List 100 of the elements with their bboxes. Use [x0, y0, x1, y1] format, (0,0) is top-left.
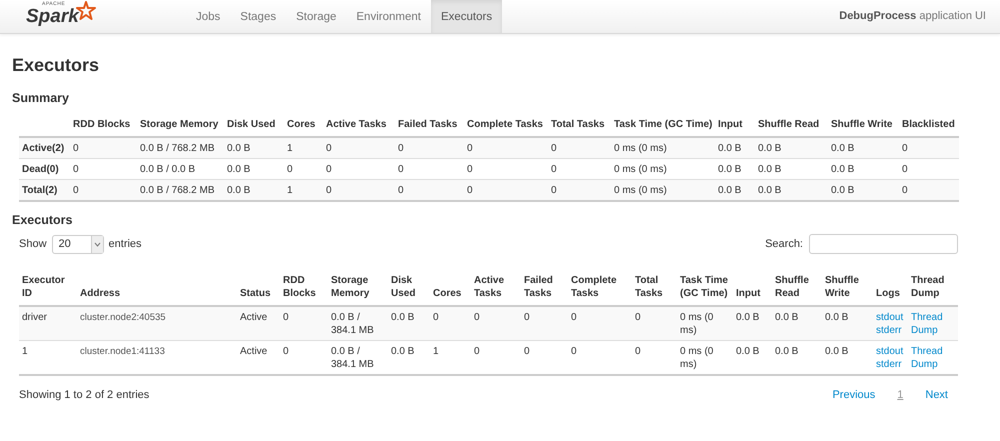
- table-cell: 0: [474, 312, 480, 323]
- table-cell: 0: [398, 164, 404, 175]
- entries-info: Showing 1 to 2 of 2 entries: [19, 389, 150, 401]
- nav-tab[interactable]: Storage: [286, 0, 346, 33]
- table-cell: 0: [398, 185, 404, 196]
- column-header: RDD Blocks: [283, 275, 316, 299]
- table-cell: driver: [22, 312, 48, 323]
- table-cell: 0 ms (0 ms): [680, 312, 714, 336]
- table-cell: 0.0 B: [831, 185, 854, 196]
- table-cell: 0: [551, 185, 557, 196]
- table-cell: 0.0 B: [718, 164, 742, 175]
- table-cell: 1: [287, 185, 293, 196]
- table-cell: Active: [240, 312, 268, 323]
- page-title: Executors: [12, 54, 100, 76]
- table-cell: cluster.node2:40535: [80, 312, 166, 323]
- table-cell: 0: [551, 164, 557, 175]
- log-link[interactable]: stderr: [876, 358, 902, 371]
- table-cell: 0.0 B: [227, 143, 250, 154]
- table-cell: 0.0 B: [775, 312, 798, 323]
- section-heading: Executors: [12, 212, 74, 228]
- log-link[interactable]: stderr: [876, 324, 902, 337]
- table-cell: 0.0 B: [825, 312, 848, 323]
- table-cell: 0.0 B: [758, 164, 782, 175]
- nav-tab[interactable]: Environment: [346, 0, 431, 33]
- column-header: Input: [736, 288, 760, 299]
- column-header: Shuffle Read: [775, 275, 809, 299]
- thread-dump-link[interactable]: Thread Dump: [911, 345, 956, 371]
- row-header: Total(2): [22, 185, 58, 196]
- application-title: DebugProcess application UI: [839, 9, 987, 24]
- logo-text: Spark: [26, 7, 79, 27]
- table-cell: 0 ms (0 ms): [614, 185, 667, 196]
- table-cell: 0: [73, 185, 79, 196]
- table-cell: 0: [571, 312, 577, 323]
- table-cell: 0: [524, 346, 530, 357]
- table-cell: 1: [433, 346, 439, 357]
- table-cell: 0.0 B: [831, 143, 854, 154]
- table-cell: cluster.node1:41133: [80, 346, 165, 357]
- table-cell: 0: [73, 143, 79, 154]
- table-cell: 0: [467, 185, 473, 196]
- table-cell: 0.0 B: [391, 346, 414, 357]
- column-header: Active Tasks: [326, 119, 386, 130]
- log-link[interactable]: stdout: [876, 345, 904, 358]
- entries-label: entries: [108, 238, 142, 250]
- table-cell: Active: [240, 346, 268, 357]
- column-header: Cores: [433, 288, 462, 299]
- column-header: Storage Memory: [140, 119, 218, 130]
- pagination-link[interactable]: 1: [897, 389, 904, 401]
- table-cell: 0.0 B / 0.0 B: [140, 164, 196, 175]
- column-header: Shuffle Write: [825, 275, 859, 299]
- column-header: Failed Tasks: [398, 119, 458, 130]
- table-cell: 0.0 B: [831, 164, 854, 175]
- column-header: Logs: [876, 288, 900, 299]
- nav-tab[interactable]: Executors: [430, 0, 502, 33]
- table-cell: 0: [902, 185, 908, 196]
- column-header: Input: [718, 119, 742, 130]
- table-cell: 0.0 B / 384.1 MB: [331, 312, 374, 336]
- table-cell: 0.0 B: [758, 185, 782, 196]
- search-label: Search:: [765, 238, 803, 250]
- table-cell: 0: [902, 143, 908, 154]
- table-cell: 0: [283, 312, 289, 323]
- table-cell: 0.0 B: [758, 143, 782, 154]
- pagination-link[interactable]: Previous: [832, 389, 876, 401]
- search-field[interactable]: [809, 234, 958, 254]
- table-cell: 0 ms (0 ms): [614, 143, 667, 154]
- caret-icon: [94, 242, 101, 246]
- column-header: Active Tasks: [474, 275, 504, 299]
- column-header: Blacklisted: [902, 119, 955, 130]
- nav-tab[interactable]: Stages: [230, 0, 286, 33]
- table-cell: 0: [902, 164, 908, 175]
- show-label: Show: [19, 238, 47, 250]
- column-header: Thread Dump: [911, 275, 944, 299]
- table-cell: 1: [287, 143, 293, 154]
- table-cell: 0: [467, 164, 473, 175]
- table-cell: 0.0 B / 768.2 MB: [140, 143, 214, 154]
- table-cell: 0: [467, 143, 473, 154]
- log-link[interactable]: stdout: [876, 311, 904, 324]
- page-size-select[interactable]: 20: [52, 234, 104, 254]
- table-cell: 0.0 B: [718, 143, 742, 154]
- column-header: Status: [240, 288, 271, 299]
- table-cell: 0.0 B: [391, 312, 414, 323]
- column-header: Task Time (GC Time): [614, 119, 712, 130]
- column-header: Task Time (GC Time): [680, 275, 728, 299]
- column-header: Shuffle Read: [758, 119, 820, 130]
- table-cell: 0.0 B: [227, 185, 250, 196]
- row-header: Active(2): [22, 143, 64, 154]
- table-cell: 0 ms (0 ms): [680, 346, 714, 370]
- column-header: Complete Tasks: [467, 119, 543, 130]
- table-cell: 0.0 B: [825, 346, 848, 357]
- table-cell: 0: [287, 164, 293, 175]
- column-header: Address: [80, 288, 120, 299]
- table-cell: 0: [551, 143, 557, 154]
- table-cell: 0.0 B / 384.1 MB: [331, 346, 374, 370]
- table-cell: 0.0 B: [718, 185, 742, 196]
- table-cell: 0.0 B: [736, 312, 760, 323]
- table-cell: 0.0 B: [736, 346, 760, 357]
- table-cell: 0: [326, 185, 332, 196]
- table-cell: 0 ms (0 ms): [614, 164, 667, 175]
- table-cell: 0.0 B: [775, 346, 798, 357]
- nav-tab[interactable]: Jobs: [186, 0, 230, 33]
- pagination-link[interactable]: Next: [925, 389, 948, 401]
